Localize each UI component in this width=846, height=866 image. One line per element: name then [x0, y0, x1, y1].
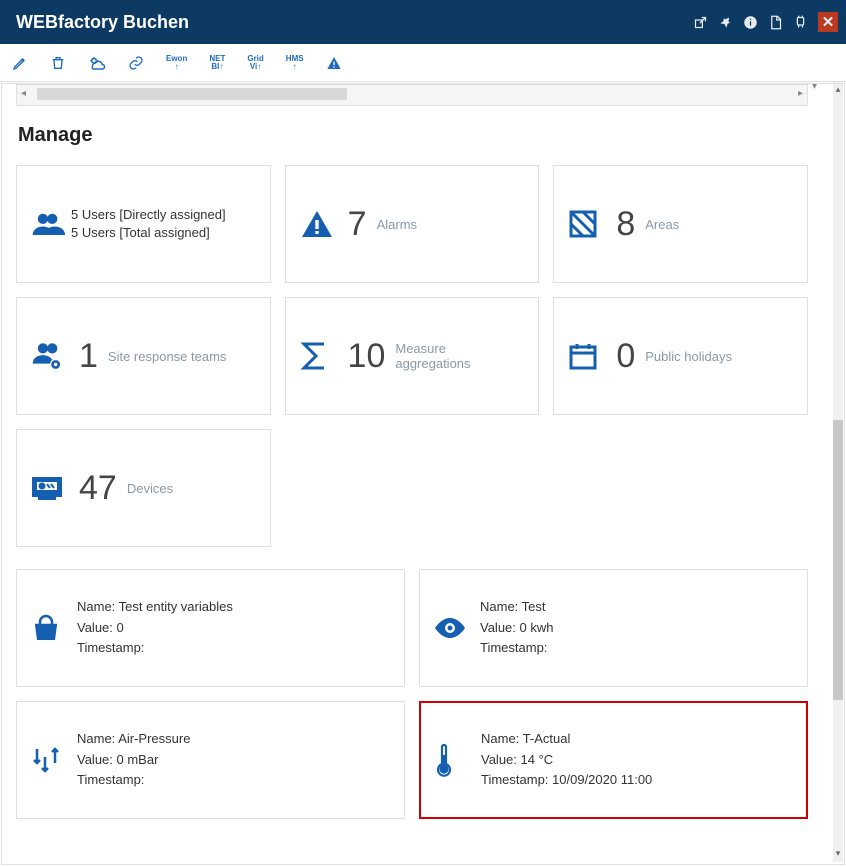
netbi-button[interactable]: NETBI↑	[209, 55, 225, 71]
var-card-2-text: Name: Test Value: 0 kwh Timestamp:	[480, 597, 553, 659]
edit-icon[interactable]	[12, 55, 28, 71]
bag-icon	[31, 613, 77, 643]
gridvi-button[interactable]: GridVi↑	[247, 55, 263, 71]
var-card-4-text: Name: T-Actual Value: 14 °C Timestamp: 1…	[481, 729, 652, 791]
titlebar: WEBfactory Buchen ✕	[0, 0, 846, 44]
tile-aggregations[interactable]: 10 Measure aggregations	[285, 297, 540, 415]
pdf-icon[interactable]	[768, 15, 783, 30]
eye-icon	[434, 618, 480, 638]
calendar-icon	[568, 341, 608, 371]
ewon-button[interactable]: Ewon↑	[166, 55, 187, 71]
titlebar-actions: ✕	[693, 12, 838, 32]
hscroll-right[interactable]: ▸	[798, 88, 803, 99]
section-heading: Manage	[18, 124, 808, 147]
var-card-1-text: Name: Test entity variables Value: 0 Tim…	[77, 597, 233, 659]
var-card-3-text: Name: Air-Pressure Value: 0 mBar Timesta…	[77, 729, 190, 791]
tiles-grid: 5 Users [Directly assigned] 5 Users [Tot…	[16, 165, 808, 547]
tile-holidays-count: 0	[616, 337, 635, 376]
link-icon[interactable]	[128, 55, 144, 71]
var-card-4[interactable]: Name: T-Actual Value: 14 °C Timestamp: 1…	[419, 701, 808, 819]
tile-teams-count: 1	[79, 337, 98, 376]
thermometer-icon	[435, 743, 481, 777]
tile-holidays[interactable]: 0 Public holidays	[553, 297, 808, 415]
tile-users-text: 5 Users [Directly assigned] 5 Users [Tot…	[71, 206, 226, 242]
hscroll-left[interactable]: ◂	[21, 88, 26, 99]
tile-devices-count: 47	[79, 469, 117, 508]
tile-users[interactable]: 5 Users [Directly assigned] 5 Users [Tot…	[16, 165, 271, 283]
close-button[interactable]: ✕	[818, 12, 838, 32]
delete-icon[interactable]	[50, 55, 66, 71]
tile-devices[interactable]: 47 Devices	[16, 429, 271, 547]
content-area: ◂ ▸ ▾ Manage 5 Users [Directly assigned]…	[1, 83, 845, 865]
tile-devices-label: Devices	[127, 481, 173, 496]
devices-icon	[31, 475, 71, 501]
tile-alarms-count: 7	[348, 205, 367, 244]
weather-icon[interactable]	[88, 55, 106, 71]
var-card-3[interactable]: Name: Air-Pressure Value: 0 mBar Timesta…	[16, 701, 405, 819]
tile-areas-label: Areas	[645, 217, 679, 232]
variables-grid: Name: Test entity variables Value: 0 Tim…	[16, 569, 808, 819]
plugin-icon[interactable]	[793, 15, 808, 30]
tile-holidays-label: Public holidays	[645, 349, 732, 364]
pressure-icon	[31, 745, 77, 775]
tile-aggs-label: Measure aggregations	[395, 341, 524, 371]
tile-alarms[interactable]: 7 Alarms	[285, 165, 540, 283]
tile-teams-label: Site response teams	[108, 349, 227, 364]
tile-areas-count: 8	[616, 205, 635, 244]
alarm-icon	[300, 209, 340, 239]
horizontal-scrollbar[interactable]: ◂ ▸ ▾	[16, 84, 808, 106]
hscroll-vstub: ▾	[812, 83, 817, 92]
tile-teams[interactable]: 1 Site response teams	[16, 297, 271, 415]
hscroll-thumb[interactable]	[37, 88, 347, 100]
tile-areas[interactable]: 8 Areas	[553, 165, 808, 283]
tile-alarms-label: Alarms	[377, 217, 417, 232]
teams-icon	[31, 341, 71, 371]
var-card-2[interactable]: Name: Test Value: 0 kwh Timestamp:	[419, 569, 808, 687]
toolbar: Ewon↑ NETBI↑ GridVi↑ HMS↑	[0, 44, 846, 82]
hms-button[interactable]: HMS↑	[286, 55, 304, 71]
areas-icon	[568, 209, 608, 239]
window-title: WEBfactory Buchen	[16, 12, 693, 33]
pin-icon[interactable]	[718, 15, 733, 30]
sigma-icon	[300, 340, 340, 372]
var-card-1[interactable]: Name: Test entity variables Value: 0 Tim…	[16, 569, 405, 687]
tile-aggs-count: 10	[348, 337, 386, 376]
info-icon[interactable]	[743, 15, 758, 30]
warning-icon[interactable]	[326, 55, 342, 71]
popout-icon[interactable]	[693, 15, 708, 30]
users-icon	[31, 210, 71, 238]
